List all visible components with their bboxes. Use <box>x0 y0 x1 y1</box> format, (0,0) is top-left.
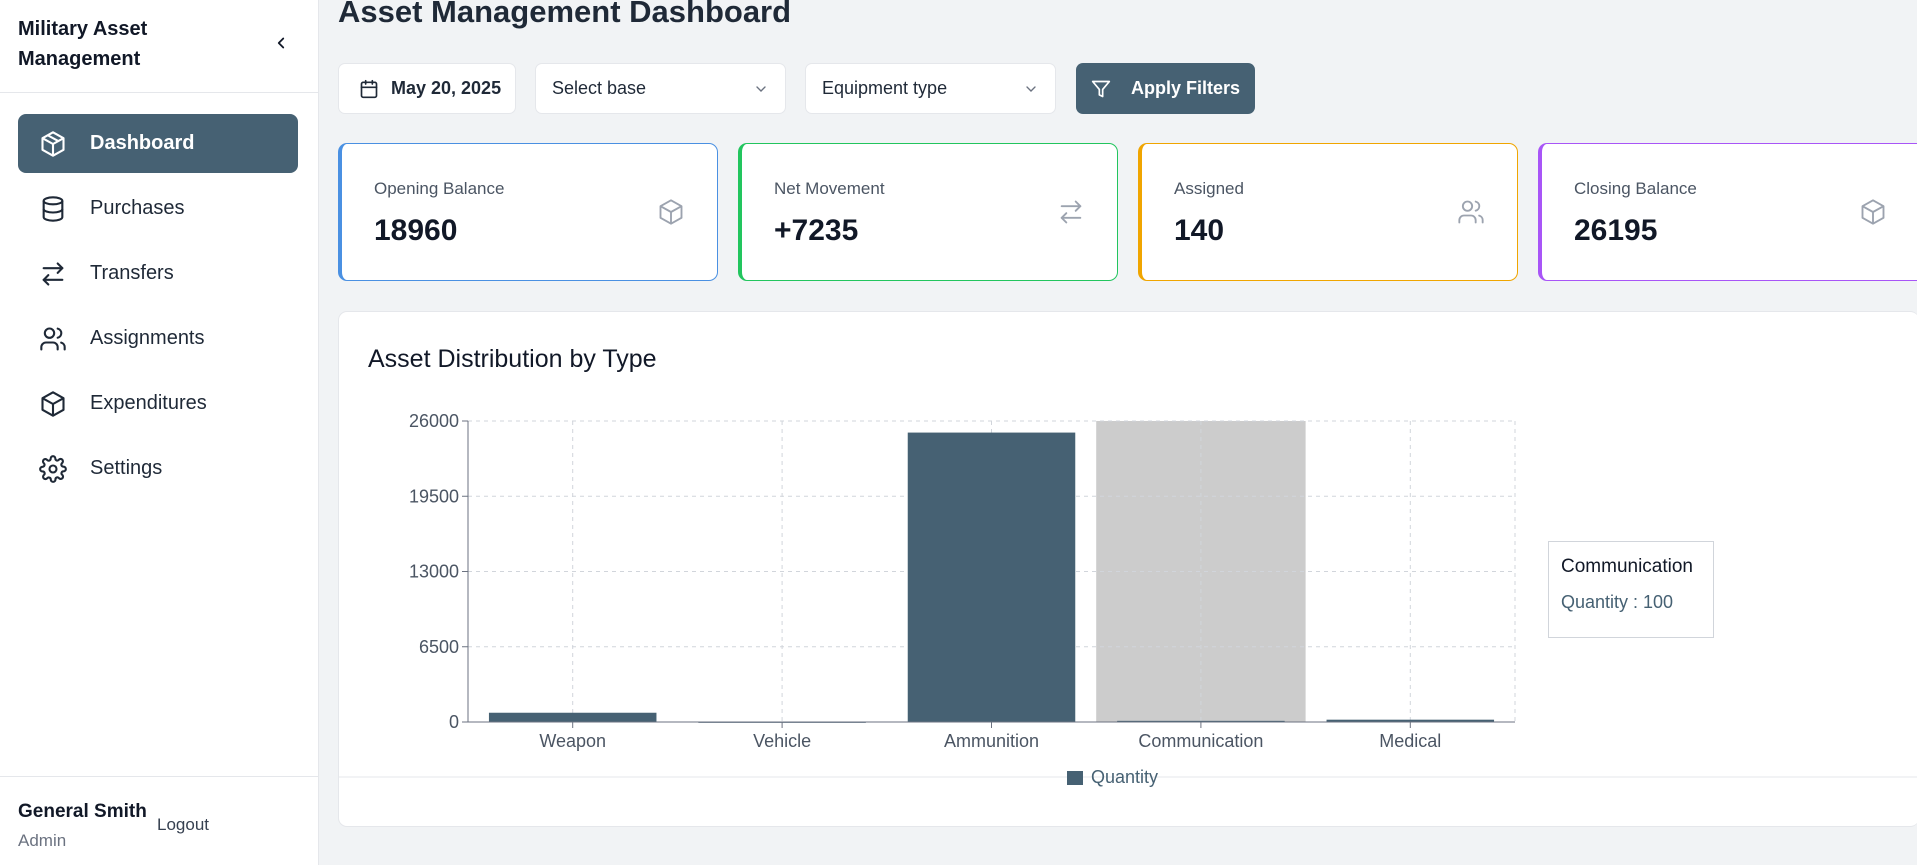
base-select[interactable]: Select base <box>535 63 786 114</box>
user-name: General Smith <box>18 801 147 822</box>
asset-distribution-chart-card: Asset Distribution by Type 0 6500 13000 195… <box>338 311 1917 827</box>
sidebar-item-label: Purchases <box>90 197 185 219</box>
net-movement-card: Net Movement +7235 <box>738 143 1118 281</box>
chevron-down-icon <box>1026 85 1036 92</box>
app-title: Military Asset Management <box>18 18 148 70</box>
closing-balance-card: Closing Balance 26195 <box>1538 143 1917 281</box>
sidebar-item-transfers[interactable]: Transfers <box>18 244 298 303</box>
sidebar-item-label: Assignments <box>90 327 205 349</box>
sidebar-item-assignments[interactable]: Assignments <box>18 309 298 368</box>
gear-icon <box>38 454 68 484</box>
equipment-select-placeholder: Equipment type <box>822 78 948 98</box>
y-tick-label: 6500 <box>419 637 459 657</box>
bar-weapon <box>488 712 657 722</box>
users-icon <box>38 324 68 354</box>
apply-filters-label: Apply Filters <box>1130 78 1241 98</box>
y-tick-label: 19500 <box>409 486 459 506</box>
sidebar-item-label: Settings <box>90 457 163 479</box>
y-tick-label: 26000 <box>409 411 459 431</box>
apply-filters-button[interactable]: Apply Filters <box>1076 63 1255 114</box>
tooltip-value: Quantity : 100 <box>1561 592 1674 612</box>
legend-swatch <box>1067 771 1083 785</box>
x-tick-label: Vehicle <box>753 731 811 751</box>
logout-button[interactable]: Logout <box>157 815 209 835</box>
sidebar-item-purchases[interactable]: Purchases <box>18 179 298 238</box>
user-panel: General Smith Admin Logout <box>0 776 319 865</box>
filter-icon <box>1091 79 1111 99</box>
chevron-left-icon <box>277 37 285 49</box>
sidebar-item-dashboard[interactable]: Dashboard <box>18 114 298 173</box>
card-label: Assigned <box>1174 179 1244 198</box>
sidebar-item-settings[interactable]: Settings <box>18 439 298 498</box>
users-icon <box>1455 196 1487 228</box>
card-value: +7235 <box>774 214 859 247</box>
box-icon <box>38 389 68 419</box>
page-title: Asset Management Dashboard <box>338 0 792 29</box>
arrows-swap-icon <box>1055 196 1087 228</box>
database-icon <box>38 194 68 224</box>
card-value: 18960 <box>374 214 458 247</box>
sidebar-item-label: Dashboard <box>90 132 195 154</box>
x-tick-label: Communication <box>1138 731 1263 751</box>
y-tick-label: 0 <box>449 712 459 732</box>
box-icon <box>1857 196 1889 228</box>
bar-ammunition <box>907 432 1076 722</box>
legend-label: Quantity <box>1091 767 1158 787</box>
opening-balance-card: Opening Balance 18960 <box>338 143 718 281</box>
card-value: 140 <box>1174 214 1225 247</box>
tooltip-title: Communication <box>1561 556 1693 577</box>
base-select-placeholder: Select base <box>552 78 647 98</box>
y-tick-label: 13000 <box>409 562 459 582</box>
arrows-swap-icon <box>38 259 68 289</box>
collapse-sidebar-button[interactable] <box>268 30 294 56</box>
sidebar-item-expenditures[interactable]: Expenditures <box>18 374 298 433</box>
x-tick-label: Medical <box>1379 731 1441 751</box>
box-icon <box>38 129 68 159</box>
card-value: 26195 <box>1574 214 1658 247</box>
chart-tooltip: Communication Quantity : 100 <box>1548 541 1714 638</box>
sidebar-header: Military Asset Management <box>0 0 318 93</box>
sidebar-item-label: Expenditures <box>90 392 207 414</box>
card-label: Net Movement <box>774 179 885 198</box>
assigned-card: Assigned 140 <box>1138 143 1518 281</box>
sidebar-nav: Dashboard Purchases Transfers Assignment… <box>18 114 298 504</box>
sidebar-item-label: Transfers <box>90 262 174 284</box>
date-value: May 20, 2025 <box>391 78 502 98</box>
box-icon <box>655 196 687 228</box>
user-role: Admin <box>18 831 67 850</box>
card-label: Opening Balance <box>374 179 505 198</box>
sidebar: Military Asset Management Dashboard Purc… <box>0 0 319 865</box>
x-tick-label: Ammunition <box>944 731 1039 751</box>
card-label: Closing Balance <box>1574 179 1697 198</box>
date-picker[interactable]: May 20, 2025 <box>338 63 516 114</box>
equipment-type-select[interactable]: Equipment type <box>805 63 1056 114</box>
calendar-icon <box>359 79 379 99</box>
x-tick-label: Weapon <box>539 731 606 751</box>
chevron-down-icon <box>756 85 766 92</box>
